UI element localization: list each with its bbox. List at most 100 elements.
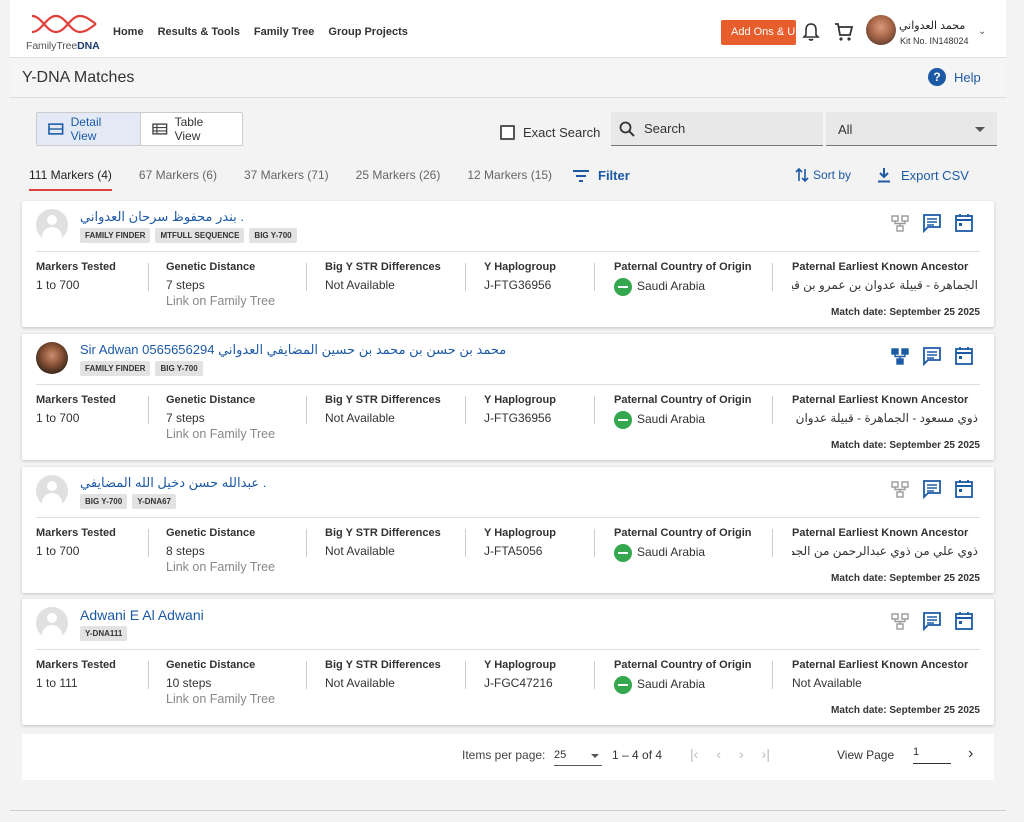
nav-family-tree[interactable]: Family Tree xyxy=(254,26,315,38)
notification-bell-icon[interactable] xyxy=(802,22,820,42)
column-divider xyxy=(148,396,149,424)
dropdown-caret-icon xyxy=(975,127,985,132)
haplogroup-value: J-FTG36956 xyxy=(484,411,552,425)
column-divider xyxy=(772,529,773,557)
match-name-link[interactable]: عبدالله حسن دخيل الله المضايفي . xyxy=(80,475,266,491)
link-on-family-tree[interactable]: Link on Family Tree xyxy=(166,692,275,706)
familytreedna-logo[interactable]: FamilyTreeDNA xyxy=(24,12,104,52)
match-date: Match date: September 25 2025 xyxy=(831,307,980,318)
haplogroup-label: Y Haplogroup xyxy=(484,261,556,273)
ancestor-value: ذوي علي من ذوي عبدالرحمن من الجماهرة... xyxy=(792,544,978,558)
next-page-disabled-icon[interactable]: › xyxy=(739,746,744,762)
saudi-arabia-flag-icon xyxy=(614,676,632,694)
markers-tested-value: 1 to 700 xyxy=(36,278,80,292)
items-per-page-select[interactable]: 25 xyxy=(554,746,602,766)
calendar-icon[interactable] xyxy=(954,213,974,233)
exact-search-toggle[interactable]: Exact Search xyxy=(500,125,600,140)
haplogroup-value: J-FTG36956 xyxy=(484,278,552,292)
markers-tested-value: 1 to 700 xyxy=(36,544,80,558)
notes-icon[interactable] xyxy=(922,346,942,367)
match-actions xyxy=(890,479,974,500)
big-y-str-label: Big Y STR Differences xyxy=(325,394,441,406)
last-page-icon[interactable]: ›| xyxy=(762,746,770,762)
tab-12-markers[interactable]: 12 Markers (15) xyxy=(467,168,552,191)
country-label: Paternal Country of Origin xyxy=(614,261,752,273)
country-column: Paternal Country of Origin Saudi Arabia xyxy=(614,394,752,429)
ancestor-value: الجماهرة - قبيلة عدوان بن عمرو بن قيس عي… xyxy=(792,278,978,292)
link-on-family-tree[interactable]: Link on Family Tree xyxy=(166,427,275,441)
detail-view-button[interactable]: Detail View xyxy=(37,113,141,145)
previous-page-icon[interactable]: ‹ xyxy=(716,746,721,762)
family-tree-icon[interactable] xyxy=(890,611,910,631)
calendar-icon[interactable] xyxy=(954,479,974,499)
match-avatar[interactable] xyxy=(36,475,68,507)
view-page-input[interactable]: 1 xyxy=(913,744,951,764)
notes-icon[interactable] xyxy=(922,479,942,500)
nav-home[interactable]: Home xyxy=(113,26,144,38)
tab-37-markers[interactable]: 37 Markers (71) xyxy=(244,168,329,191)
match-name-link[interactable]: Sir Adwan 0565656294 محمد بن حسن بن محمد… xyxy=(80,342,506,358)
help-label: Help xyxy=(954,69,981,85)
link-on-family-tree[interactable]: Link on Family Tree xyxy=(166,294,275,308)
ancestor-value: Not Available xyxy=(792,676,862,690)
match-avatar[interactable] xyxy=(36,209,68,241)
big-y-str-value: Not Available xyxy=(325,278,395,292)
big-y-str-label: Big Y STR Differences xyxy=(325,527,441,539)
tab-67-markers[interactable]: 67 Markers (6) xyxy=(139,168,217,191)
sort-icon xyxy=(795,167,809,183)
family-tree-icon[interactable] xyxy=(890,479,910,499)
filter-button[interactable]: Filter xyxy=(573,168,630,183)
nav-results-tools[interactable]: Results & Tools xyxy=(158,26,240,38)
calendar-icon[interactable] xyxy=(954,346,974,366)
country-name: Saudi Arabia xyxy=(637,279,706,294)
genetic-distance-column: Genetic Distance 7 steps Link on Family … xyxy=(166,261,275,308)
marker-tabs: 111 Markers (4) 67 Markers (6) 37 Marker… xyxy=(29,168,579,191)
export-csv-button[interactable]: Export CSV xyxy=(876,167,969,183)
match-avatar[interactable] xyxy=(36,342,68,374)
table-view-button[interactable]: Table View xyxy=(141,113,242,145)
notes-icon[interactable] xyxy=(922,213,942,234)
search-scope-value: All xyxy=(838,122,853,137)
big-y-str-value: Not Available xyxy=(325,676,395,690)
nav-group-projects[interactable]: Group Projects xyxy=(328,26,407,38)
filter-label: Filter xyxy=(598,168,630,183)
search-scope-select[interactable]: All xyxy=(826,112,997,146)
user-avatar[interactable] xyxy=(866,15,896,45)
markers-tested-label: Markers Tested xyxy=(36,394,116,406)
country-value: Saudi Arabia xyxy=(614,676,752,694)
column-divider xyxy=(594,661,595,689)
family-tree-icon[interactable] xyxy=(890,346,910,366)
country-label: Paternal Country of Origin xyxy=(614,659,752,671)
tab-25-markers[interactable]: 25 Markers (26) xyxy=(356,168,441,191)
exact-search-checkbox[interactable] xyxy=(500,125,515,140)
column-divider xyxy=(772,396,773,424)
haplogroup-column: Y Haplogroup J-FTG36956 xyxy=(484,394,556,425)
calendar-icon[interactable] xyxy=(954,611,974,631)
first-page-icon[interactable]: |‹ xyxy=(690,746,698,762)
link-on-family-tree[interactable]: Link on Family Tree xyxy=(166,560,275,574)
add-ons-upgrades-button[interactable]: Add Ons & Upgrades xyxy=(721,20,796,45)
shopping-cart-icon[interactable] xyxy=(834,22,854,42)
tab-111-markers[interactable]: 111 Markers (4) xyxy=(29,168,112,191)
search-input[interactable]: Search xyxy=(611,112,823,146)
match-name-link[interactable]: Adwani E Al Adwani xyxy=(80,607,204,623)
sort-by-button[interactable]: Sort by xyxy=(795,167,851,183)
saudi-arabia-flag-icon xyxy=(614,278,632,296)
page-header: Y-DNA Matches ? Help xyxy=(10,58,1006,98)
family-tree-icon[interactable] xyxy=(890,213,910,233)
export-csv-label: Export CSV xyxy=(901,167,969,183)
chevron-down-icon[interactable]: ⌄ xyxy=(978,26,986,37)
markers-tested-column: Markers Tested 1 to 700 xyxy=(36,261,116,292)
ancestor-column: Paternal Earliest Known Ancestor Not Ava… xyxy=(792,659,968,690)
go-page-chevron-icon[interactable]: › xyxy=(968,745,973,763)
notes-icon[interactable] xyxy=(922,611,942,632)
markers-tested-column: Markers Tested 1 to 700 xyxy=(36,394,116,425)
test-badge: FAMILY FINDER xyxy=(80,361,151,376)
match-name-link[interactable]: بندر محفوظ سرحان العدواني . xyxy=(80,209,244,225)
match-avatar[interactable] xyxy=(36,607,68,639)
user-name[interactable]: محمد العدواني xyxy=(899,19,969,32)
help-link[interactable]: ? Help xyxy=(928,68,981,86)
test-badge: Y-DNA111 xyxy=(80,626,128,641)
country-value: Saudi Arabia xyxy=(614,544,752,562)
match-card: عبدالله حسن دخيل الله المضايفي . BIG Y-7… xyxy=(22,467,994,593)
